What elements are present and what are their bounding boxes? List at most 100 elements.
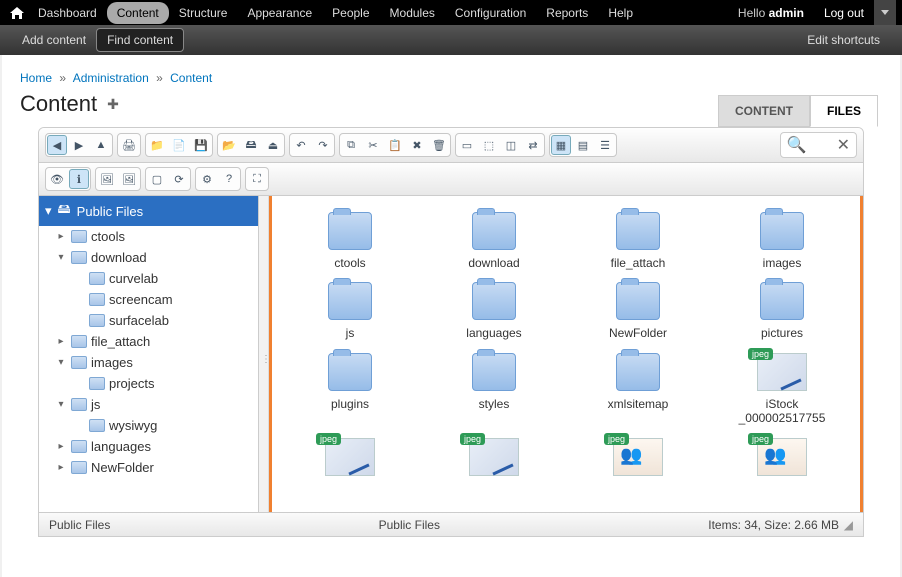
tree-twisty-icon[interactable]: ▾ bbox=[55, 399, 67, 410]
info-button[interactable]: ℹ bbox=[69, 169, 89, 189]
tree-item-wysiwyg[interactable]: wysiwyg bbox=[39, 415, 258, 436]
file-item-folder[interactable]: styles bbox=[422, 349, 566, 430]
invert-button[interactable]: ⇄ bbox=[523, 135, 543, 155]
tree-twisty-icon[interactable]: ▸ bbox=[55, 462, 67, 473]
eject-button[interactable]: ⏏ bbox=[263, 135, 283, 155]
file-item-image[interactable]: jpeg bbox=[566, 434, 710, 486]
file-item-image[interactable]: jpeg bbox=[710, 434, 854, 486]
tree-item-file_attach[interactable]: ▸file_attach bbox=[39, 331, 258, 352]
add-content-link[interactable]: Add content bbox=[12, 29, 96, 51]
nav-content[interactable]: Content bbox=[107, 2, 169, 24]
print-button[interactable]: 🖨 bbox=[119, 135, 139, 155]
nav-reports[interactable]: Reports bbox=[536, 2, 598, 24]
tree-twisty-icon[interactable]: ▸ bbox=[55, 336, 67, 347]
select-none-button[interactable]: ◫ bbox=[501, 135, 521, 155]
find-content-link[interactable]: Find content bbox=[96, 28, 184, 52]
tree-item-languages[interactable]: ▸languages bbox=[39, 436, 258, 457]
file-item-folder[interactable]: images bbox=[710, 208, 854, 274]
edit-shortcuts-link[interactable]: Edit shortcuts bbox=[797, 29, 890, 51]
tree-item-curvelab[interactable]: curvelab bbox=[39, 268, 258, 289]
search-clear-icon[interactable]: ✕ bbox=[837, 135, 850, 155]
nav-structure[interactable]: Structure bbox=[169, 2, 238, 24]
tree-twisty-icon[interactable]: ▾ bbox=[55, 357, 67, 368]
breadcrumb-home[interactable]: Home bbox=[20, 71, 52, 85]
nav-appearance[interactable]: Appearance bbox=[237, 2, 322, 24]
file-item-image[interactable]: jpegiStock _000002517755 bbox=[710, 349, 854, 430]
tree-twisty-icon[interactable]: ▾ bbox=[55, 252, 67, 263]
img2-button[interactable]: 🖼 bbox=[119, 169, 139, 189]
tree-splitter[interactable] bbox=[259, 196, 269, 512]
tree-root[interactable]: ▾ 🖴 Public Files bbox=[39, 196, 258, 226]
open-button[interactable]: 📂 bbox=[219, 135, 239, 155]
search-input[interactable] bbox=[807, 139, 837, 151]
tab-files[interactable]: FILES bbox=[810, 95, 878, 127]
view-small-button[interactable]: ▤ bbox=[573, 135, 593, 155]
resize-button[interactable]: ⟳ bbox=[169, 169, 189, 189]
select-all-button[interactable]: ⬚ bbox=[479, 135, 499, 155]
tree-item-surfacelab[interactable]: surfacelab bbox=[39, 310, 258, 331]
tree-item-images[interactable]: ▾images bbox=[39, 352, 258, 373]
settings-button[interactable]: ⚙ bbox=[197, 169, 217, 189]
preview-button[interactable]: 👁 bbox=[47, 169, 67, 189]
resize-grip-icon[interactable]: ◢ bbox=[839, 518, 853, 532]
file-item-folder[interactable]: download bbox=[422, 208, 566, 274]
nav-help[interactable]: Help bbox=[598, 2, 643, 24]
image-thumb: jpeg bbox=[757, 438, 807, 476]
tree-item-projects[interactable]: projects bbox=[39, 373, 258, 394]
copy-button[interactable]: ⧉ bbox=[341, 135, 361, 155]
page-title: Content bbox=[20, 91, 97, 117]
paste-button[interactable]: 📋 bbox=[385, 135, 405, 155]
trash-button[interactable]: 🗑 bbox=[429, 135, 449, 155]
up-button[interactable]: ▲ bbox=[91, 135, 111, 155]
file-item-folder[interactable]: xmlsitemap bbox=[566, 349, 710, 430]
delete-button[interactable]: ✖ bbox=[407, 135, 427, 155]
view-list-button[interactable]: ☰ bbox=[595, 135, 615, 155]
fm-toolbar-2: 👁 ℹ 🖼 🖼 ▢ ⟳ ⚙ ? ⛶ bbox=[39, 163, 863, 196]
tree-item-ctools[interactable]: ▸ctools bbox=[39, 226, 258, 247]
file-item-image[interactable]: jpeg bbox=[278, 434, 422, 486]
tree-item-screencam[interactable]: screencam bbox=[39, 289, 258, 310]
folder-icon bbox=[89, 377, 105, 390]
logout-link[interactable]: Log out bbox=[814, 6, 874, 20]
tree-twisty-icon[interactable]: ▸ bbox=[55, 441, 67, 452]
file-item-folder[interactable]: plugins bbox=[278, 349, 422, 430]
tab-content[interactable]: CONTENT bbox=[718, 95, 810, 127]
img1-button[interactable]: 🖼 bbox=[97, 169, 117, 189]
file-item-folder[interactable]: NewFolder bbox=[566, 278, 710, 344]
breadcrumb-content[interactable]: Content bbox=[170, 71, 212, 85]
undo-button[interactable]: ↶ bbox=[291, 135, 311, 155]
select-button[interactable]: ▭ bbox=[457, 135, 477, 155]
filetype-badge: jpeg bbox=[748, 348, 773, 360]
file-item-folder[interactable]: pictures bbox=[710, 278, 854, 344]
file-item-folder[interactable]: languages bbox=[422, 278, 566, 344]
breadcrumb-admin[interactable]: Administration bbox=[73, 71, 149, 85]
nav-dashboard[interactable]: Dashboard bbox=[28, 2, 107, 24]
save-button[interactable]: 💾 bbox=[191, 135, 211, 155]
tree-item-js[interactable]: ▾js bbox=[39, 394, 258, 415]
home-icon[interactable] bbox=[6, 0, 28, 25]
nav-people[interactable]: People bbox=[322, 2, 379, 24]
nav-modules[interactable]: Modules bbox=[380, 2, 445, 24]
file-item-folder[interactable]: js bbox=[278, 278, 422, 344]
disk-button[interactable]: 🖴 bbox=[241, 135, 261, 155]
shortcut-toggle[interactable] bbox=[874, 0, 896, 25]
tree-item-download[interactable]: ▾download bbox=[39, 247, 258, 268]
redo-button[interactable]: ↷ bbox=[313, 135, 333, 155]
file-item-folder[interactable]: ctools bbox=[278, 208, 422, 274]
add-page-shortcut-icon[interactable]: ✚ bbox=[107, 96, 119, 113]
tree-item-newfolder[interactable]: ▸NewFolder bbox=[39, 457, 258, 478]
new-folder-button[interactable]: 📁 bbox=[147, 135, 167, 155]
tree-twisty-icon[interactable]: ▸ bbox=[55, 231, 67, 242]
new-file-button[interactable]: 📄 bbox=[169, 135, 189, 155]
view-icons-button[interactable]: ▦ bbox=[551, 135, 571, 155]
cut-button[interactable]: ✂ bbox=[363, 135, 383, 155]
fullscreen-button[interactable]: ⛶ bbox=[247, 169, 267, 189]
file-item-folder[interactable]: file_attach bbox=[566, 208, 710, 274]
help-button[interactable]: ? bbox=[219, 169, 239, 189]
forward-button[interactable]: ▶ bbox=[69, 135, 89, 155]
nav-configuration[interactable]: Configuration bbox=[445, 2, 536, 24]
crop-button[interactable]: ▢ bbox=[147, 169, 167, 189]
file-item-label: images bbox=[763, 256, 802, 270]
back-button[interactable]: ◀ bbox=[47, 135, 67, 155]
file-item-image[interactable]: jpeg bbox=[422, 434, 566, 486]
